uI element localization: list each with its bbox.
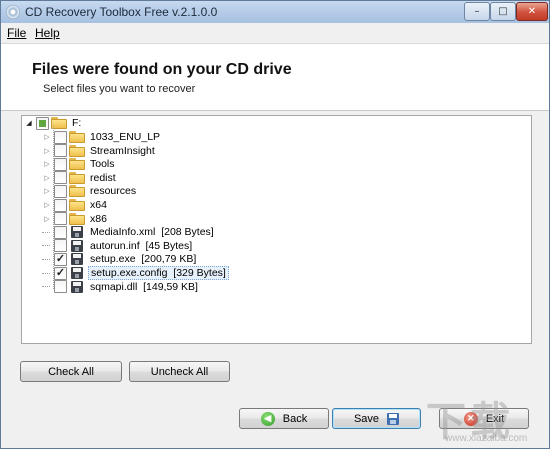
tree-branch-spacer — [42, 245, 50, 247]
root-checkbox[interactable] — [36, 116, 49, 130]
item-checkbox[interactable] — [54, 130, 67, 144]
back-arrow-icon: ◀ — [260, 411, 275, 426]
tree-branch-spacer — [42, 258, 50, 260]
tree-branch-spacer — [42, 231, 50, 233]
menu-bar: File Help — [1, 23, 549, 44]
minimize-button[interactable]: – — [464, 2, 490, 21]
wizard-header: Files were found on your CD drive Select… — [1, 44, 549, 111]
item-checkbox[interactable]: ✓ — [54, 266, 67, 280]
item-checkbox[interactable] — [54, 239, 67, 253]
tree-item-label: MediaInfo.xml [208 Bytes] — [90, 226, 214, 239]
tree-item-label: setup.exe [200,79 KB] — [90, 253, 197, 266]
tree-file-item[interactable]: autorun.inf [45 Bytes] — [42, 239, 194, 253]
tree-item-label: sqmapi.dll [149,59 KB] — [90, 280, 198, 293]
expand-arrow-icon[interactable]: ▷ — [42, 130, 52, 144]
page-subtitle: Select files you want to recover — [43, 83, 196, 95]
item-checkbox[interactable] — [54, 280, 67, 294]
file-disk-icon — [71, 253, 83, 266]
file-tree[interactable]: ◢ F: ▷ 1033_ENU_LP ▷ StreamInsight ▷ Tools ▷ re… — [21, 115, 532, 344]
floppy-disk-icon — [387, 412, 400, 425]
tree-folder-item[interactable]: ▷ resources — [42, 184, 138, 198]
tree-file-item[interactable]: sqmapi.dll [149,59 KB] — [42, 280, 200, 294]
check-all-button[interactable]: Check All — [20, 361, 122, 382]
item-checkbox[interactable]: ✓ — [54, 252, 67, 266]
cd-disc-icon — [6, 5, 20, 19]
tree-item-label: redist — [90, 171, 116, 184]
window-title: CD Recovery Toolbox Free v.2.1.0.0 — [25, 5, 218, 19]
page-title: Files were found on your CD drive — [32, 61, 292, 78]
menu-help[interactable]: Help — [35, 26, 60, 40]
watermark-url: www.xiazaiba.com — [445, 433, 528, 444]
tree-item-label: StreamInsight — [90, 144, 155, 157]
expand-arrow-icon[interactable]: ▷ — [42, 171, 52, 185]
back-button[interactable]: ◀ Back — [239, 408, 329, 429]
tree-folder-item[interactable]: ▷ x64 — [42, 198, 109, 212]
tree-item-label: x64 — [90, 199, 107, 211]
expand-arrow-icon[interactable]: ▷ — [42, 212, 52, 226]
item-checkbox[interactable] — [54, 225, 67, 239]
collapse-arrow-icon[interactable]: ◢ — [24, 116, 34, 130]
title-bar[interactable]: CD Recovery Toolbox Free v.2.1.0.0 – □ ✕ — [1, 1, 549, 23]
file-disk-icon — [71, 267, 83, 279]
tree-folder-item[interactable]: ▷ StreamInsight — [42, 144, 157, 158]
tree-file-item[interactable]: MediaInfo.xml [208 Bytes] — [42, 225, 216, 239]
file-disk-icon — [71, 239, 83, 252]
expand-arrow-icon[interactable]: ▷ — [42, 184, 52, 198]
tree-root-label: F: — [72, 117, 82, 129]
tree-folder-item[interactable]: ▷ redist — [42, 171, 118, 185]
tree-item-label: Tools — [90, 158, 115, 171]
tree-folder-item[interactable]: ▷ Tools — [42, 157, 117, 171]
item-checkbox[interactable] — [54, 212, 67, 226]
uncheck-all-button[interactable]: Uncheck All — [129, 361, 230, 382]
app-window: CD Recovery Toolbox Free v.2.1.0.0 – □ ✕… — [0, 0, 550, 449]
tree-item-label: x86 — [90, 212, 107, 225]
folder-icon — [69, 199, 85, 211]
tree-folder-item[interactable]: ▷ 1033_ENU_LP — [42, 130, 162, 144]
item-checkbox[interactable] — [54, 157, 67, 171]
item-checkbox[interactable] — [54, 144, 67, 158]
save-button-label: Save — [353, 412, 380, 425]
folder-icon — [69, 212, 85, 225]
file-disk-icon — [71, 226, 83, 239]
folder-icon — [69, 171, 85, 184]
tree-file-item[interactable]: ✓ setup.exe.config [329 Bytes] — [42, 266, 229, 280]
back-button-label: Back — [282, 412, 308, 425]
item-checkbox[interactable] — [54, 171, 67, 185]
tree-item-label: resources — [90, 185, 137, 198]
maximize-button[interactable]: □ — [490, 2, 516, 21]
tree-item-label: setup.exe.config [329 Bytes] — [88, 266, 229, 280]
close-button[interactable]: ✕ — [516, 2, 548, 21]
expand-arrow-icon[interactable]: ▷ — [42, 144, 52, 158]
folder-icon — [69, 185, 85, 198]
menu-file[interactable]: File — [7, 26, 26, 40]
tree-item-label: autorun.inf [45 Bytes] — [90, 239, 193, 252]
expand-arrow-icon[interactable]: ▷ — [42, 157, 52, 171]
tree-branch-spacer — [42, 272, 50, 274]
tree-folder-item[interactable]: ▷ x86 — [42, 212, 109, 226]
item-checkbox[interactable] — [54, 184, 67, 198]
expand-arrow-icon[interactable]: ▷ — [42, 198, 52, 212]
folder-icon — [69, 158, 85, 171]
tree-item-label: 1033_ENU_LP — [90, 131, 161, 143]
folder-icon — [69, 144, 85, 157]
save-button[interactable]: Save — [332, 408, 421, 429]
file-disk-icon — [71, 280, 83, 293]
folder-icon — [69, 131, 85, 143]
item-checkbox[interactable] — [54, 198, 67, 212]
tree-branch-spacer — [42, 286, 50, 288]
tree-file-item[interactable]: ✓ setup.exe [200,79 KB] — [42, 252, 198, 266]
